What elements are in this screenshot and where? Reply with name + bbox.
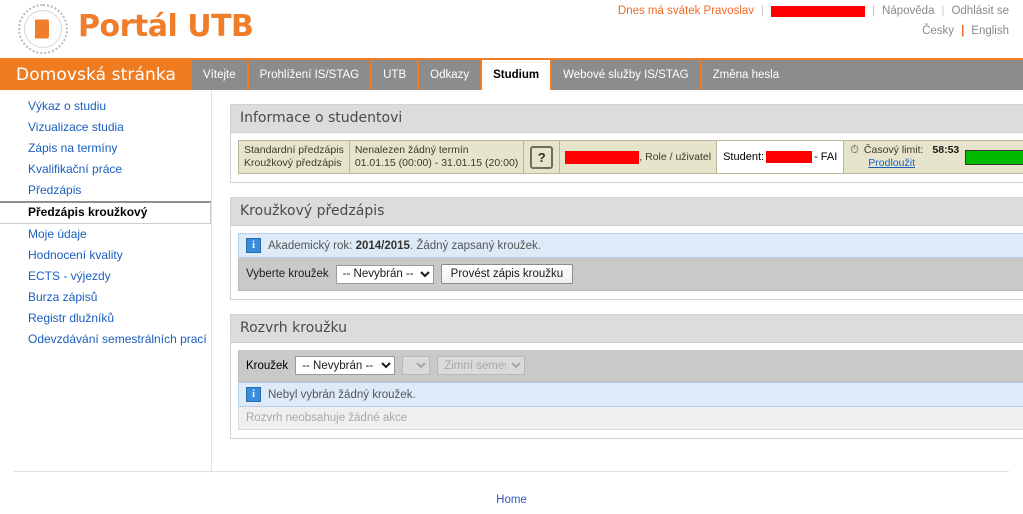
student-info-panel: Informace o studentovi Standardní předzá… xyxy=(230,104,1023,183)
role-label: , Role / uživatel xyxy=(639,151,712,163)
sidebar-item-moje-udaje[interactable]: Moje údaje xyxy=(0,224,211,245)
standard-enrollment-term: Nenalezen žádný termín xyxy=(354,144,469,156)
redacted-role-name xyxy=(565,150,640,164)
separator: | xyxy=(872,5,876,17)
help-cell: ? xyxy=(524,141,561,173)
nameday-text: Dnes má svátek Pravoslav xyxy=(617,5,755,17)
schedule-message-text: Nebyl vybrán žádný kroužek. xyxy=(268,388,416,401)
brand-title: Portál UTB xyxy=(78,9,254,44)
tab-utb[interactable]: UTB xyxy=(370,60,417,90)
group-enrollment-message: i Akademický rok: 2014/2015. Žádný zapsa… xyxy=(238,233,1023,258)
nav-home-button[interactable]: Domovská stránka xyxy=(0,60,191,90)
timer-top-row: ⏱ Časový limit: 58:53 xyxy=(850,144,959,157)
group-enrollment-panel: Kroužkový předzápis i Akademický rok: 20… xyxy=(230,197,1023,300)
time-limit-value: 58:53 xyxy=(932,144,960,156)
session-progress-bar xyxy=(965,149,1023,165)
sidebar-item-predzapis-krouzkovy[interactable]: Předzápis kroužkový xyxy=(0,201,211,224)
standard-enrollment-label: Standardní předzápis xyxy=(244,144,344,156)
sidebar-item-vizualizace-studia[interactable]: Vizualizace studia xyxy=(0,117,211,138)
page-body: Výkaz o studiu Vizualizace studia Zápis … xyxy=(0,90,1023,471)
session-timer-cell: ⏱ Časový limit: 58:53 Prodloužit xyxy=(844,141,1023,173)
academic-year: 2014/2015 xyxy=(355,239,410,252)
schedule-toolbar: Kroužek -- Nevybrán -- Zimní semestr xyxy=(238,350,1023,382)
sidebar-menu: Výkaz o studiu Vizualizace studia Zápis … xyxy=(0,90,212,471)
student-info-body: Standardní předzápis Kroužkový předzápis… xyxy=(231,133,1023,182)
page-header: Portál UTB Dnes má svátek Pravoslav | | … xyxy=(0,0,1023,58)
group-enrollment-title: Kroužkový předzápis xyxy=(231,198,1023,226)
separator: | xyxy=(941,5,945,17)
group-enrollment-label: Kroužkový předzápis xyxy=(244,157,342,169)
schedule-panel: Rozvrh kroužku Kroužek -- Nevybrán -- Zi… xyxy=(230,314,1023,439)
enrollment-type-labels: Standardní předzápis Kroužkový předzápis xyxy=(239,141,350,173)
schedule-empty-text: Rozvrh neobsahuje žádné akce xyxy=(238,407,1023,430)
separator: | xyxy=(761,5,765,17)
utb-seal-logo-icon xyxy=(16,2,70,56)
timer-text-block: ⏱ Časový limit: 58:53 Prodloužit xyxy=(850,144,959,170)
tab-webove-sluzby-isstag[interactable]: Webové služby IS/STAG xyxy=(552,60,699,90)
redacted-student-name xyxy=(766,151,813,163)
sidebar-item-registr-dluzniku[interactable]: Registr dlužníků xyxy=(0,308,211,329)
sidebar-item-predzapis[interactable]: Předzápis xyxy=(0,180,211,201)
logout-link[interactable]: Odhlásit se xyxy=(951,5,1009,17)
student-info-title: Informace o studentovi xyxy=(231,105,1023,133)
extend-session-link[interactable]: Prodloužit xyxy=(850,157,915,170)
page-footer: Home xyxy=(14,471,1009,506)
header-top-links: Dnes má svátek Pravoslav | | Nápověda | … xyxy=(618,5,1009,17)
sidebar-item-ects-vyjezdy[interactable]: ECTS - výjezdy xyxy=(0,266,211,287)
sidebar-item-kvalifikacni-prace[interactable]: Kvalifikační práce xyxy=(0,159,211,180)
schedule-title: Rozvrh kroužku xyxy=(231,315,1023,343)
main-navigation: Domovská stránka Vítejte Prohlížení IS/S… xyxy=(0,58,1023,90)
tab-vitejte[interactable]: Vítejte xyxy=(190,60,247,90)
schedule-group-label: Kroužek xyxy=(246,359,289,372)
info-icon: i xyxy=(246,387,261,402)
message-suffix: . Žádný zapsaný kroužek. xyxy=(409,239,541,252)
info-icon: i xyxy=(246,238,261,253)
group-enrollment-body: i Akademický rok: 2014/2015. Žádný zapsa… xyxy=(231,226,1023,299)
group-enrollment-toolbar: Vyberte kroužek -- Nevybrán -- Provést z… xyxy=(238,258,1023,291)
footer-home-link[interactable]: Home xyxy=(496,494,527,506)
tab-zmena-hesla[interactable]: Změna hesla xyxy=(699,60,790,90)
group-select[interactable]: -- Nevybrán -- xyxy=(335,264,434,284)
lang-cs-link[interactable]: Česky xyxy=(922,25,954,37)
main-content: Informace o studentovi Standardní předzá… xyxy=(212,90,1023,453)
separator: | xyxy=(961,25,965,37)
sidebar-item-zapis-na-terminy[interactable]: Zápis na termíny xyxy=(0,138,211,159)
nav-tabs: Vítejte Prohlížení IS/STAG UTB Odkazy St… xyxy=(190,60,790,90)
message-text: Akademický rok: 2014/2015. Žádný zapsaný… xyxy=(268,240,541,252)
student-faculty: - FAI xyxy=(814,151,838,163)
clock-icon: ⏱ xyxy=(850,144,859,156)
redacted-username xyxy=(771,5,866,17)
student-info-table: Standardní předzápis Kroužkový předzápis… xyxy=(238,140,1023,174)
header-right: Dnes má svátek Pravoslav | | Nápověda | … xyxy=(618,5,1009,37)
select-group-label: Vyberte kroužek xyxy=(246,268,329,280)
time-limit-label: Časový limit: xyxy=(863,144,924,156)
schedule-semester-select[interactable]: Zimní semestr xyxy=(437,356,526,375)
brand[interactable]: Portál UTB xyxy=(16,2,254,56)
group-enrollment-term: 01.01.15 (00:00) - 31.01.15 (20:00) xyxy=(354,157,519,169)
enroll-group-button[interactable]: Provést zápis kroužku xyxy=(440,264,574,284)
schedule-sub-select[interactable] xyxy=(402,356,431,375)
student-cell: Student: - FAI xyxy=(717,141,845,173)
lang-en-link[interactable]: English xyxy=(971,25,1009,37)
sidebar-item-odevzdavani-semestralnich-praci[interactable]: Odevzdávání semestrálních prací xyxy=(0,329,211,350)
role-cell: , Role / uživatel xyxy=(560,141,718,173)
book-icon xyxy=(35,19,51,39)
help-link[interactable]: Nápověda xyxy=(882,5,934,17)
schedule-message: i Nebyl vybrán žádný kroužek. xyxy=(238,382,1023,407)
question-mark-icon[interactable]: ? xyxy=(530,145,554,169)
student-label: Student: xyxy=(723,151,765,163)
tab-prohlizeni-isstag[interactable]: Prohlížení IS/STAG xyxy=(246,60,371,90)
language-switch: Česky | English xyxy=(618,25,1009,37)
tab-odkazy[interactable]: Odkazy xyxy=(417,60,480,90)
sidebar-item-hodnoceni-kvality[interactable]: Hodnocení kvality xyxy=(0,245,211,266)
schedule-group-select[interactable]: -- Nevybrán -- xyxy=(295,356,396,375)
tab-studium[interactable]: Studium xyxy=(480,60,553,90)
sidebar-item-burza-zapisu[interactable]: Burza zápisů xyxy=(0,287,211,308)
enrollment-term-values: Nenalezen žádný termín 01.01.15 (00:00) … xyxy=(350,141,525,173)
message-prefix: Akademický rok: xyxy=(268,239,356,252)
sidebar-item-vykaz-o-studiu[interactable]: Výkaz o studiu xyxy=(0,96,211,117)
schedule-body: Kroužek -- Nevybrán -- Zimní semestr i N… xyxy=(231,343,1023,438)
